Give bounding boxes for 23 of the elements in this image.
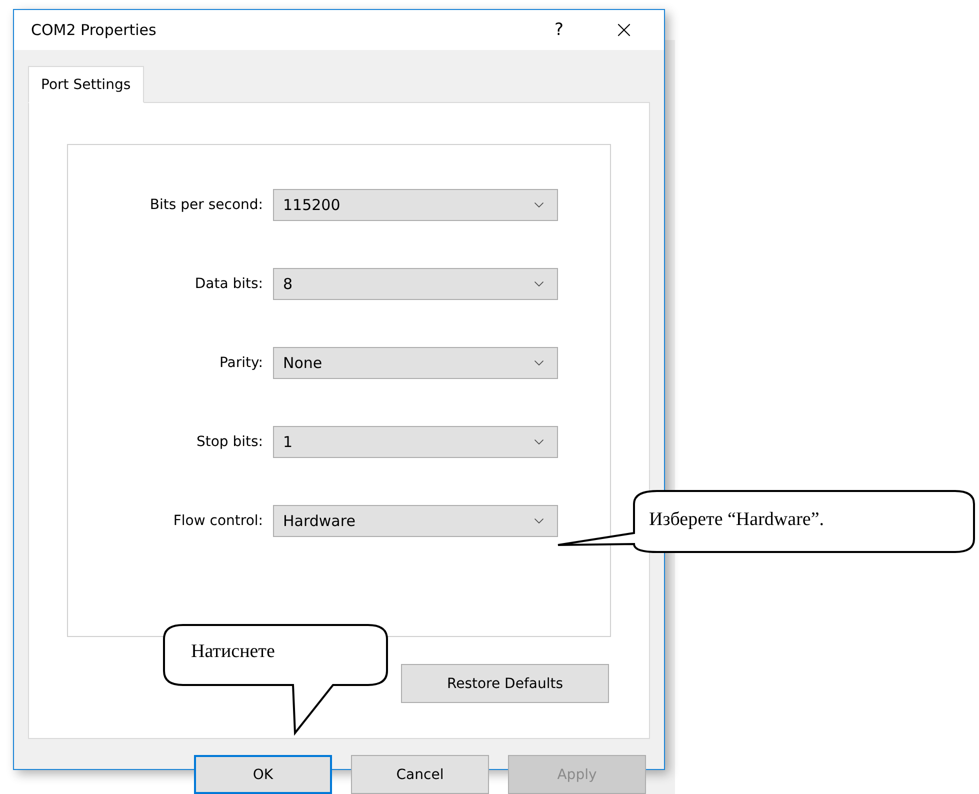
dropdown-value: Hardware [283, 512, 356, 530]
field-label: Data bits: [194, 276, 263, 292]
dialog-button[interactable]: Cancel [351, 755, 489, 794]
restore-defaults-button[interactable]: Restore Defaults [401, 664, 609, 703]
callout-text: Натиснете [191, 641, 275, 663]
callout-text: Изберете “Hardware”. [649, 509, 824, 531]
tab[interactable]: Port Settings [28, 66, 144, 103]
dropdown-value: 8 [283, 275, 293, 293]
dropdown[interactable]: None [273, 347, 558, 379]
dropdown-value: 1 [283, 433, 293, 451]
dropdown[interactable]: 115200 [273, 189, 558, 221]
dropdown[interactable]: 8 [273, 268, 558, 300]
window-title: COM2 Properties [31, 21, 158, 39]
dropdown[interactable]: Hardware [273, 505, 558, 537]
field-label: Flow control: [173, 513, 263, 529]
dropdown-value: 115200 [283, 196, 340, 214]
dropdown-value: None [283, 354, 322, 372]
dropdown[interactable]: 1 [273, 426, 558, 458]
field-label: Stop bits: [196, 434, 263, 450]
dialog-button[interactable]: OK [194, 755, 332, 794]
help-button[interactable]: ? [524, 10, 594, 50]
field-label: Parity: [219, 355, 263, 371]
field-label: Bits per second: [150, 197, 263, 213]
